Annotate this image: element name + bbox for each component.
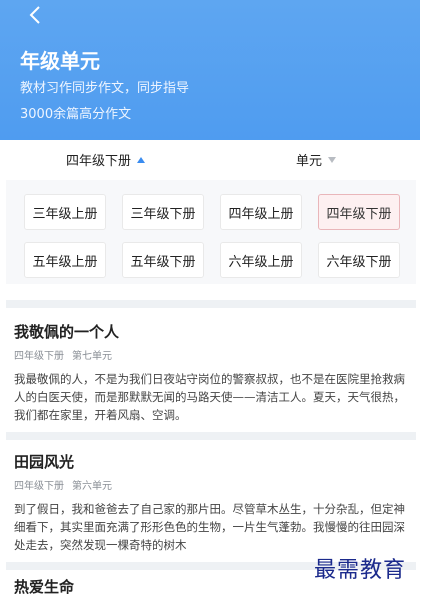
header-subtitle-1: 教材习作同步作文，同步指导 — [20, 81, 190, 96]
header: 年级单元 教材习作同步作文，同步指导 3000余篇高分作文 — [0, 0, 420, 140]
article-card[interactable]: 田园风光 四年级下册 第六单元 到了假日，我和爸爸去了自己家的那片田。尽管草木丛生… — [14, 452, 414, 554]
header-subtitle-2: 3000余篇高分作文 — [20, 107, 132, 122]
grade-option[interactable]: 三年级下册 — [122, 194, 204, 230]
grade-option-selected[interactable]: 四年级下册 — [318, 194, 400, 230]
article-grade: 四年级下册 — [14, 351, 64, 362]
unit-filter-label: 单元 — [296, 154, 323, 169]
article-title: 我敬佩的一个人 — [14, 323, 120, 341]
caret-up-icon — [137, 156, 146, 163]
section-divider — [6, 300, 416, 308]
section-divider — [6, 432, 416, 440]
grade-option[interactable]: 五年级下册 — [122, 242, 204, 278]
caret-down-icon — [328, 156, 337, 163]
grade-selector: 三年级上册 三年级下册 四年级上册 四年级下册 五年级上册 五年级下册 六年级上… — [6, 180, 416, 284]
article-grade: 四年级下册 — [14, 481, 64, 492]
article-card[interactable]: 我敬佩的一个人 四年级下册 第七单元 我最敬佩的人，不是为我们日夜站守岗位的警察叔… — [14, 322, 414, 424]
grade-option[interactable]: 五年级上册 — [24, 242, 106, 278]
grade-option[interactable]: 四年级上册 — [220, 194, 302, 230]
article-unit: 第六单元 — [72, 481, 112, 492]
grade-filter-label: 四年级下册 — [66, 154, 132, 169]
article-unit: 第七单元 — [72, 351, 112, 362]
watermark: 最需教育 — [314, 558, 407, 583]
chevron-left-icon — [29, 6, 40, 24]
grade-option[interactable]: 六年级上册 — [220, 242, 302, 278]
grade-filter[interactable]: 四年级下册 — [66, 150, 146, 169]
page-title: 年级单元 — [20, 49, 100, 73]
grade-option[interactable]: 三年级上册 — [24, 194, 106, 230]
article-meta: 四年级下册 第七单元 — [14, 350, 414, 364]
article-meta: 四年级下册 第六单元 — [14, 480, 414, 494]
grade-option[interactable]: 六年级下册 — [318, 242, 400, 278]
filter-bar: 四年级下册 单元 — [0, 146, 420, 176]
article-excerpt: 到了假日，我和爸爸去了自己家的那片田。尽管草木丛生，十分杂乱，但定神细看下，其实… — [14, 502, 405, 552]
article-excerpt: 我最敬佩的人，不是为我们日夜站守岗位的警察叔叔，也不是在医院里抢救病人的白医天使… — [14, 372, 405, 422]
back-button[interactable] — [24, 4, 46, 26]
unit-filter[interactable]: 单元 — [296, 150, 337, 169]
article-title: 田园风光 — [14, 453, 75, 471]
